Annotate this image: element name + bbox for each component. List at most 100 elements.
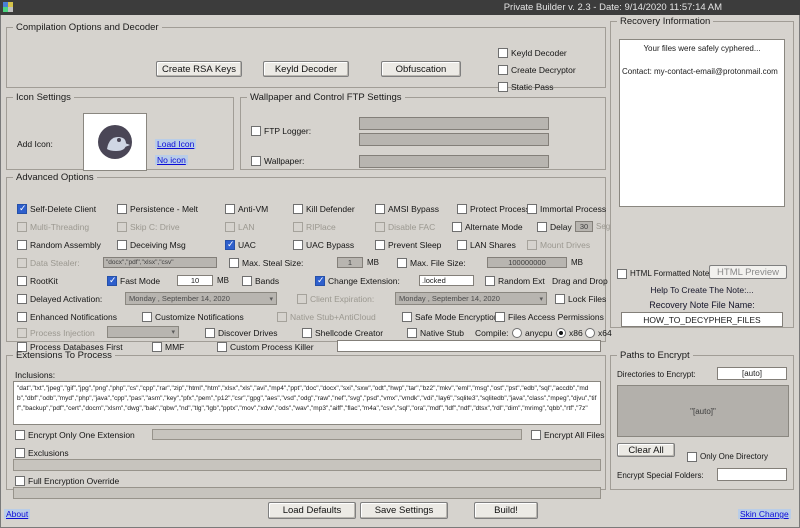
directories-to-encrypt-input[interactable]: [auto] — [717, 367, 787, 380]
checkbox-label: RIPlace — [306, 222, 336, 232]
load-icon-link[interactable]: Load Icon — [155, 139, 196, 149]
checkbox-box — [229, 258, 239, 268]
checkbox-lock-files[interactable]: Lock Files — [555, 293, 606, 304]
checkbox-data-stealer: Data Stealer: — [17, 257, 80, 268]
checkbox-box — [452, 222, 462, 232]
change-extension-input[interactable]: .locked — [419, 275, 474, 286]
checkbox-customize-notifications[interactable]: Customize Notifications — [142, 311, 244, 322]
max-file-size-input: 100000000 — [487, 257, 567, 268]
ftp-logger-credentials-input — [359, 133, 549, 146]
checkbox-protect-process[interactable]: Protect Process — [457, 203, 530, 214]
checkbox-label: Self-Delete Client — [30, 204, 96, 214]
inclusions-textarea[interactable]: "dat","txt","jpeg","gif","jpg","png","ph… — [13, 381, 601, 425]
checkbox-encrypt-all-files[interactable]: Encrypt All Files — [531, 429, 604, 440]
fast-mode-size-input[interactable]: 10 — [177, 275, 213, 286]
compile-label: Compile: — [475, 328, 509, 338]
checkbox-kill-defender[interactable]: Kill Defender — [293, 203, 355, 214]
clear-all-button[interactable]: Clear All — [617, 443, 675, 457]
checkbox-random-ext[interactable]: Random Ext — [485, 275, 545, 286]
checkbox-only-one-directory[interactable]: Only One Directory — [687, 451, 768, 462]
save-settings-button[interactable]: Save Settings — [360, 502, 448, 519]
checkbox-box — [17, 276, 27, 286]
checkbox-deceiving-msg[interactable]: Deceiving Msg — [117, 239, 186, 250]
checkbox-max-steal-size[interactable]: Max. Steal Size: — [229, 257, 303, 268]
checkbox-change-extension[interactable]: Change Extension: — [315, 275, 400, 286]
recovery-note-textarea[interactable]: Your files were safely cyphered... Conta… — [619, 39, 785, 207]
checkbox-rootkit[interactable]: RootKit — [17, 275, 58, 286]
checkbox-discover-drives[interactable]: Discover Drives — [205, 327, 278, 338]
checkbox-keyid-decoder[interactable]: Keyld Decoder — [498, 47, 567, 58]
checkbox-alternate-mode[interactable]: Alternate Mode — [452, 221, 523, 232]
radio-dot — [512, 328, 522, 338]
group-advanced-legend: Advanced Options — [13, 172, 97, 183]
load-defaults-button[interactable]: Load Defaults — [268, 502, 356, 519]
build-button[interactable]: Build! — [474, 502, 538, 519]
no-icon-link[interactable]: No icon — [155, 155, 188, 165]
checkbox-bands[interactable]: Bands — [242, 275, 279, 286]
checkbox-ftp-logger[interactable]: FTP Logger: — [251, 125, 311, 136]
checkbox-exclusions[interactable]: Exclusions — [15, 447, 69, 458]
checkbox-amsi-bypass[interactable]: AMSI Bypass — [375, 203, 439, 214]
checkbox-prevent-sleep[interactable]: Prevent Sleep — [375, 239, 441, 250]
checkbox-uac[interactable]: UAC — [225, 239, 256, 250]
radio-compile-x64[interactable]: x64 — [585, 327, 612, 338]
checkbox-delay[interactable]: Delay — [537, 221, 572, 232]
checkbox-box — [293, 240, 303, 250]
checkbox-label: Multi-Threading — [30, 222, 89, 232]
checkbox-box — [687, 452, 697, 462]
checkbox-uac-bypass[interactable]: UAC Bypass — [293, 239, 354, 250]
encrypt-special-folders-input[interactable] — [717, 468, 787, 481]
checkbox-box — [375, 222, 385, 232]
checkbox-box — [457, 204, 467, 214]
checkbox-delayed-activation[interactable]: Delayed Activation: — [17, 293, 102, 304]
checkbox-wallpaper[interactable]: Wallpaper: — [251, 155, 304, 166]
checkbox-box — [457, 240, 467, 250]
checkbox-label: Native Stub+AntiCloud — [290, 312, 376, 322]
checkbox-shellcode-creator[interactable]: Shellcode Creator — [302, 327, 383, 338]
checkbox-persistence-melt[interactable]: Persistence - Melt — [117, 203, 198, 214]
process-injection-select: ▾ — [107, 326, 179, 338]
checkbox-random-assembly[interactable]: Random Assembly — [17, 239, 101, 250]
checkbox-files-access-permissions[interactable]: Files Access Permissions — [495, 311, 604, 322]
checkbox-html-formatted-note[interactable]: HTML Formatted Note — [617, 268, 709, 279]
chevron-down-icon: ▾ — [171, 328, 175, 336]
recovery-note-file-name-input[interactable]: HOW_TO_DECYPHER_FILES — [621, 312, 783, 327]
max-steal-size-input: 1 — [337, 257, 363, 268]
html-preview-button[interactable]: HTML Preview — [709, 265, 787, 279]
checkbox-max-file-size[interactable]: Max. File Size: — [397, 257, 466, 268]
checkbox-box — [17, 294, 27, 304]
checkbox-self-delete-client[interactable]: Self-Delete Client — [17, 203, 96, 214]
checkbox-label: Immortal Process — [540, 204, 606, 214]
checkbox-create-decryptor[interactable]: Create Decryptor — [498, 64, 576, 75]
radio-compile-anycpu[interactable]: anycpu — [512, 327, 552, 338]
checkbox-enhanced-notifications[interactable]: Enhanced Notifications — [17, 311, 117, 322]
checkbox-fast-mode[interactable]: Fast Mode — [107, 275, 160, 286]
checkbox-box — [117, 240, 127, 250]
checkbox-full-encryption-override[interactable]: Full Encryption Override — [15, 475, 119, 486]
group-wallpaper-ftp-legend: Wallpaper and Control FTP Settings — [247, 92, 405, 103]
checkbox-anti-vm[interactable]: Anti-VM — [225, 203, 268, 214]
create-rsa-keys-button[interactable]: Create RSA Keys — [156, 61, 242, 77]
checkbox-native-stub[interactable]: Native Stub — [407, 327, 464, 338]
radio-compile-x86[interactable]: x86 — [556, 327, 583, 338]
checkbox-box — [397, 258, 407, 268]
radio-dot — [556, 328, 566, 338]
checkbox-label: Random Assembly — [30, 240, 101, 250]
checkbox-label: Customize Notifications — [155, 312, 244, 322]
checkbox-box — [15, 430, 25, 440]
checkbox-box — [555, 294, 565, 304]
checkbox-encrypt-only-one-extension[interactable]: Encrypt Only One Extension — [15, 429, 135, 440]
paths-list-area: "[auto]" — [617, 385, 789, 437]
checkbox-safe-mode-encryption[interactable]: Safe Mode Encryption — [402, 311, 499, 322]
checkbox-lan-shares[interactable]: LAN Shares — [457, 239, 516, 250]
checkbox-label: Enhanced Notifications — [30, 312, 117, 322]
keyid-decoder-button[interactable]: Keyld Decoder — [263, 61, 349, 77]
checkbox-static-pass[interactable]: Static Pass — [498, 81, 554, 92]
about-link[interactable]: About — [4, 509, 30, 519]
checkbox-immortal-process[interactable]: Immortal Process — [527, 203, 606, 214]
obfuscation-button[interactable]: Obfuscation — [381, 61, 461, 77]
skin-change-link[interactable]: Skin Change — [738, 509, 791, 519]
checkbox-box — [225, 204, 235, 214]
exclusions-input — [13, 459, 601, 471]
group-recovery-information: Recovery Information Your files were saf… — [610, 16, 794, 328]
